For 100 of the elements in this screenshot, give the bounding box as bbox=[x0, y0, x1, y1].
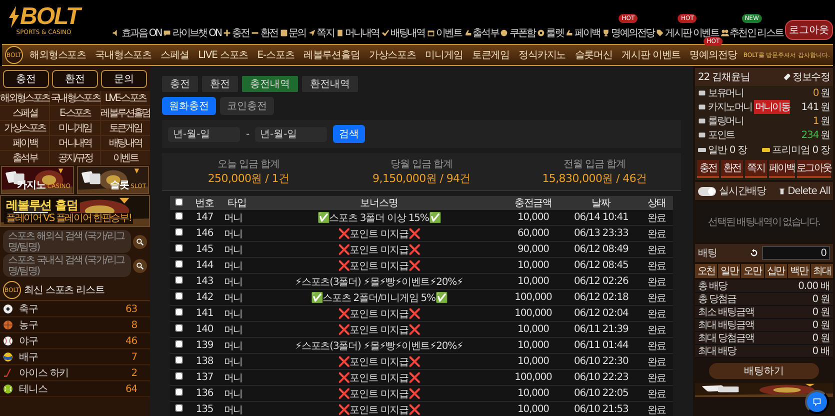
subtab[interactable]: 코인충전 bbox=[220, 97, 274, 115]
sidebar-menu-item[interactable]: 국내형스포츠 bbox=[50, 91, 100, 105]
sidebar-menu-item[interactable]: 레볼루션홀덤 bbox=[100, 106, 150, 120]
select-all-checkbox[interactable] bbox=[175, 198, 184, 206]
sidebar-menu-item[interactable]: 스페셜 bbox=[0, 106, 50, 120]
top-menu-link[interactable]: 명예의전당 bbox=[602, 26, 654, 40]
row-checkbox[interactable] bbox=[175, 276, 184, 284]
sidebar-menu-item[interactable]: 미니게임 bbox=[50, 121, 100, 135]
quick-amount-button[interactable]: 일만 bbox=[718, 264, 740, 278]
sport-row[interactable]: 야구 46 bbox=[0, 334, 150, 349]
top-menu-link[interactable]: 추천인 리스트 bbox=[720, 26, 783, 40]
row-checkbox[interactable] bbox=[175, 308, 184, 316]
nav-link[interactable]: 토큰게임 bbox=[472, 48, 510, 62]
place-bet-button[interactable]: 배팅하기 bbox=[709, 363, 819, 379]
transfer-button[interactable]: 머니이동 bbox=[754, 100, 790, 114]
row-checkbox[interactable] bbox=[175, 292, 184, 300]
top-menu-link[interactable]: 출석부 bbox=[464, 26, 498, 40]
row-checkbox[interactable] bbox=[175, 404, 184, 412]
nav-link[interactable]: 게시판 이벤트 bbox=[622, 48, 681, 62]
bet-amount-field[interactable]: 0 bbox=[762, 246, 830, 260]
account-button[interactable]: 충전 bbox=[697, 160, 719, 178]
quick-amount-button[interactable]: 백만 bbox=[788, 264, 810, 278]
top-menu-link[interactable]: 쪽지 bbox=[308, 26, 334, 40]
account-button[interactable]: 로그아웃 bbox=[796, 160, 831, 178]
sport-row[interactable]: 테니스 64 bbox=[0, 382, 150, 397]
date-field[interactable]: 년-월-일 bbox=[168, 126, 240, 142]
tab[interactable]: 환전내역 bbox=[302, 76, 358, 92]
nav-link[interactable]: E-스포츠 bbox=[257, 48, 294, 62]
sidebar-menu-item[interactable]: E-스포츠 bbox=[50, 106, 100, 120]
account-button[interactable]: 환전 bbox=[720, 160, 743, 178]
nav-link[interactable]: 레볼루션홀덤 bbox=[303, 48, 360, 62]
quick-amount-button[interactable]: 십만 bbox=[764, 264, 787, 278]
row-checkbox[interactable] bbox=[175, 340, 184, 348]
sidebar-menu-item[interactable]: 출석부 bbox=[0, 151, 50, 165]
account-button[interactable]: 쪽지 bbox=[744, 160, 767, 178]
toggle-switch[interactable] bbox=[698, 186, 716, 196]
subtab[interactable]: 원화충전 bbox=[162, 97, 216, 115]
sidebar-menu-item[interactable]: LIVE-스포츠 bbox=[100, 91, 150, 105]
search-field[interactable]: 스포츠 해외식 검색 (국가/리그명/팀명) bbox=[3, 230, 131, 253]
sport-row[interactable]: 아이스 하키 2 bbox=[0, 366, 150, 381]
nav-link[interactable]: LIVE 스포츠 bbox=[198, 48, 248, 62]
top-menu-link[interactable]: 라이브챗 ON bbox=[163, 26, 222, 40]
tab[interactable]: 환전 bbox=[202, 76, 238, 92]
top-menu-link[interactable]: 룰렛 bbox=[537, 26, 564, 40]
top-menu-link[interactable]: 환전 bbox=[251, 26, 278, 40]
action-button[interactable]: 환전 bbox=[52, 70, 98, 88]
top-menu-link[interactable]: 배팅내역 bbox=[381, 26, 425, 40]
top-menu-link[interactable]: 효과음 ON bbox=[112, 26, 162, 40]
tab[interactable]: 충전 bbox=[162, 76, 198, 92]
nav-link[interactable]: 정식카지노 bbox=[518, 48, 566, 62]
sidebar-menu-item[interactable]: 페이백 bbox=[0, 136, 50, 150]
holdem-banner[interactable]: 레볼루션 홀덤 플레이어 VS 플레이어 한판승부! bbox=[0, 195, 150, 227]
action-button[interactable]: 문의 bbox=[101, 70, 147, 88]
quick-amount-button[interactable]: 오천 bbox=[695, 264, 718, 278]
row-checkbox[interactable] bbox=[175, 228, 184, 236]
date-field[interactable]: 년-월-일 bbox=[255, 126, 328, 142]
row-checkbox[interactable] bbox=[175, 356, 184, 364]
edit-profile-link[interactable]: 정보수정 bbox=[783, 70, 830, 84]
top-menu-link[interactable]: 게시판 이벤트 bbox=[656, 26, 719, 40]
row-checkbox[interactable] bbox=[175, 244, 184, 252]
sport-row[interactable]: 농구 8 bbox=[0, 318, 150, 333]
row-checkbox[interactable] bbox=[175, 212, 184, 220]
top-menu-link[interactable]: 문의 bbox=[280, 26, 306, 40]
nav-link[interactable]: 스페셜 bbox=[160, 48, 189, 62]
sidebar-menu-item[interactable]: 머니내역 bbox=[50, 136, 100, 150]
nav-link[interactable]: 가상스포츠 bbox=[368, 48, 416, 62]
sidebar-menu-item[interactable]: 배팅내역 bbox=[100, 136, 150, 150]
nav-link[interactable]: 슬롯머신 bbox=[574, 48, 612, 62]
nav-link[interactable]: 국내형스포츠 bbox=[95, 48, 152, 62]
top-menu-link[interactable]: 충전 bbox=[223, 26, 250, 40]
nav-link[interactable]: 해외형스포츠 bbox=[30, 48, 86, 62]
row-checkbox[interactable] bbox=[175, 324, 184, 332]
quick-amount-button[interactable]: 오만 bbox=[741, 264, 764, 278]
search-button[interactable]: 검색 bbox=[333, 125, 366, 143]
top-menu-link[interactable]: 쿠폰함 bbox=[500, 26, 536, 40]
account-button[interactable]: 페이백 bbox=[768, 160, 795, 178]
search-button[interactable] bbox=[133, 258, 147, 272]
row-checkbox[interactable] bbox=[175, 260, 184, 268]
nav-link[interactable]: 미니게임 bbox=[425, 48, 463, 62]
search-button[interactable] bbox=[133, 234, 147, 248]
top-menu-link[interactable]: 이벤트 bbox=[426, 26, 462, 40]
top-menu-link[interactable]: 페이백 bbox=[565, 26, 600, 40]
sport-count: 64 bbox=[125, 384, 137, 394]
sidebar-menu-item[interactable]: 이벤트 bbox=[100, 151, 150, 165]
sidebar-menu-item[interactable]: 해외형스포츠 bbox=[0, 91, 50, 105]
delete-all-button[interactable]: Delete All bbox=[778, 186, 830, 196]
quick-amount-button[interactable]: 최대 bbox=[810, 264, 834, 278]
logout-button[interactable]: 로그아웃 bbox=[785, 20, 833, 40]
nav-link[interactable]: 명예의전당 bbox=[690, 48, 737, 62]
row-checkbox[interactable] bbox=[175, 372, 184, 380]
tab[interactable]: 충전내역 bbox=[242, 76, 298, 92]
sport-row[interactable]: 축구 63 bbox=[0, 302, 150, 317]
row-checkbox[interactable] bbox=[175, 388, 184, 396]
search-field[interactable]: 스포츠 국내식 검색 (국가/리그명/팀명) bbox=[3, 254, 131, 277]
sidebar-menu-item[interactable]: 토큰게임 bbox=[100, 121, 150, 135]
sidebar-menu-item[interactable]: 가상스포츠 bbox=[0, 121, 50, 135]
action-button[interactable]: 충전 bbox=[3, 70, 49, 88]
top-menu-link[interactable]: 머니내역 bbox=[336, 26, 380, 40]
sport-row[interactable]: 배구 7 bbox=[0, 350, 150, 365]
sidebar-menu-item[interactable]: 공지/규정 bbox=[50, 151, 100, 165]
